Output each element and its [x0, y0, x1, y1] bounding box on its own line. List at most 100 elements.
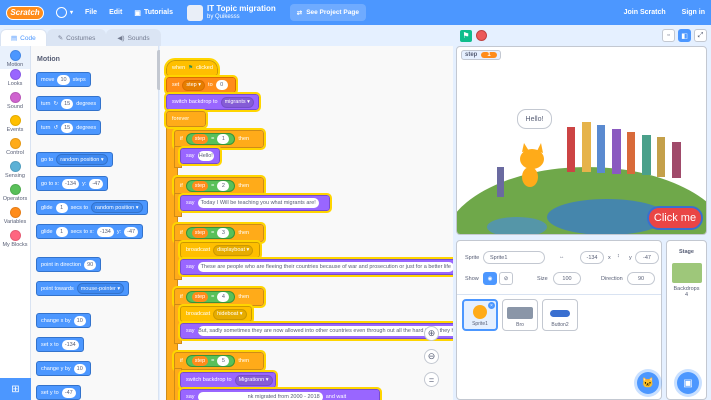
block-input[interactable]: Today I Will be teaching you what migran… [197, 198, 319, 208]
size-field[interactable]: 100 [553, 272, 581, 285]
script-workspace[interactable]: when ⚑ clicked set step ▾ to 0 switch backdro… [160, 46, 453, 400]
block-input[interactable]: 0 [215, 80, 228, 90]
palette-block-change-y[interactable]: change y by 10 [36, 361, 91, 376]
block-input[interactable]: 10 [73, 315, 86, 326]
category-events[interactable]: Events [0, 115, 30, 138]
message-dropdown[interactable]: displayboat ▾ [213, 244, 254, 256]
if-block[interactable]: if step = 1 then [172, 128, 266, 150]
palette-block-point-towards[interactable]: point towards mouse-pointer ▾ [36, 281, 130, 296]
block-input[interactable]: nk migrated from 2000 - 2018 [197, 392, 323, 400]
palette-block-set-y[interactable]: set y to -47 [36, 385, 81, 400]
set-variable-block[interactable]: set step ▾ to 0 [164, 75, 238, 95]
block-input[interactable]: 1 [217, 134, 230, 144]
category-operators[interactable]: Operators [0, 184, 30, 207]
green-flag-button[interactable]: ⚑ [460, 29, 472, 42]
variable-reporter[interactable]: step [191, 356, 209, 366]
palette-block-move[interactable]: move 10 steps [36, 72, 91, 87]
equals-operator-block[interactable]: step = 5 [185, 355, 236, 367]
say-block[interactable]: say Today I Will be teaching you what mig… [178, 193, 332, 213]
category-motion[interactable]: Motion [0, 46, 30, 69]
fullscreen-button[interactable]: ⤢ [694, 29, 707, 42]
block-input[interactable]: But, sadly sometimes they are now allowe… [197, 326, 453, 336]
zoom-out-button[interactable]: ⊖ [424, 349, 439, 364]
click-me-button-sprite[interactable]: Click me [647, 206, 703, 230]
tab-code[interactable]: ▤ Code [0, 29, 47, 46]
add-extension-button[interactable]: ⊞ [0, 378, 31, 400]
variable-reporter[interactable]: step [191, 134, 209, 144]
say-block[interactable]: say But, sadly sometimes they are now all… [178, 321, 453, 341]
see-project-page-button[interactable]: ⇄ See Project Page [289, 4, 366, 21]
block-input[interactable]: -134 [96, 226, 114, 237]
sprite-tile-sprite1[interactable]: × Sprite1 [462, 299, 498, 331]
tab-sounds[interactable]: ◀) Sounds [106, 29, 161, 46]
block-input[interactable]: 2 [217, 181, 230, 191]
category-looks[interactable]: Looks [0, 69, 30, 92]
variable-reporter[interactable]: step [191, 181, 209, 191]
block-input[interactable]: 5 [217, 356, 230, 366]
sprite-tile-button2[interactable]: Button2 [542, 299, 578, 331]
palette-block-turn-left[interactable]: turn ↺ 15 degrees [36, 120, 102, 135]
if-block[interactable]: if step = 4 then [172, 286, 266, 308]
equals-operator-block[interactable]: step = 1 [185, 133, 236, 145]
if-block[interactable]: if step = 3 then [172, 222, 266, 244]
say-for-secs-block[interactable]: say nk migrated from 2000 - 2018 and wait [178, 387, 382, 400]
zoom-in-button[interactable]: ⊕ [424, 326, 439, 341]
direction-field[interactable]: 90 [627, 272, 655, 285]
file-menu[interactable]: File [85, 9, 97, 16]
block-input[interactable]: Hello! [197, 151, 214, 161]
broadcast-block[interactable]: broadcast hideboat ▾ [178, 304, 254, 324]
palette-block-point-direction[interactable]: point in direction 90 [36, 257, 102, 272]
scratch-logo[interactable]: Scratch [6, 5, 44, 20]
block-input[interactable]: 1 [55, 202, 68, 213]
block-input[interactable]: 15 [61, 98, 74, 109]
block-input[interactable]: These are people who are fleeing their c… [197, 262, 453, 272]
palette-block-change-x[interactable]: change x by 10 [36, 313, 91, 328]
category-variables[interactable]: Variables [0, 207, 30, 230]
block-dropdown[interactable]: mouse-pointer ▾ [76, 283, 125, 294]
palette-block-set-x[interactable]: set x to -134 [36, 337, 84, 352]
switch-backdrop-block[interactable]: switch backdrop to migrants ▾ [164, 92, 261, 112]
variable-dropdown[interactable]: step ▾ [182, 79, 206, 91]
block-input[interactable]: 15 [61, 122, 74, 133]
block-dropdown[interactable]: random position ▾ [91, 202, 143, 213]
sprite-tile-bro[interactable]: Bro [502, 299, 538, 331]
equals-operator-block[interactable]: step = 2 [185, 180, 236, 192]
block-input[interactable]: -134 [61, 339, 79, 350]
say-block[interactable]: say Hello! [178, 146, 222, 166]
small-stage-button[interactable]: ▫ [662, 29, 675, 42]
sprite-name-field[interactable]: Sprite1 [483, 251, 545, 264]
block-input[interactable]: 10 [57, 74, 70, 85]
palette-block-goto[interactable]: go to random position ▾ [36, 152, 113, 167]
block-input[interactable]: -47 [61, 387, 76, 398]
project-author[interactable]: by Quikesss [207, 13, 276, 21]
backdrop-dropdown[interactable]: Migrationn ▾ [234, 374, 273, 386]
zoom-reset-button[interactable]: = [424, 372, 439, 387]
tab-costumes[interactable]: ✎ Costumes [46, 29, 107, 46]
variable-reporter[interactable]: step [191, 292, 209, 302]
equals-operator-block[interactable]: step = 3 [185, 227, 236, 239]
category-sensing[interactable]: Sensing [0, 161, 30, 184]
block-input[interactable]: 10 [73, 363, 86, 374]
hide-button[interactable]: ⊘ [499, 272, 513, 285]
choose-backdrop-button[interactable]: ▣ [677, 372, 699, 394]
backdrop-dropdown[interactable]: migrants ▾ [220, 96, 254, 108]
if-block[interactable]: if step = 2 then [172, 175, 266, 197]
equals-operator-block[interactable]: step = 4 [185, 291, 236, 303]
category-control[interactable]: Control [0, 138, 30, 161]
block-input[interactable]: 90 [84, 259, 97, 270]
show-visible-button[interactable]: ◉ [483, 272, 497, 285]
forever-block[interactable]: forever [164, 109, 208, 129]
edit-menu[interactable]: Edit [109, 9, 122, 16]
palette-block-glide-xy[interactable]: glide 1 secs to x: -134 y: -47 [36, 224, 144, 239]
block-input[interactable]: 1 [55, 226, 68, 237]
category-sound[interactable]: Sound [0, 92, 30, 115]
say-block[interactable]: say These are people who are fleeing thei… [178, 257, 453, 277]
stop-button[interactable] [476, 30, 487, 41]
palette-block-glide-to[interactable]: glide 1 secs to random position ▾ [36, 200, 148, 215]
stage-canvas[interactable]: step 1 Hello! Click me [456, 46, 707, 235]
block-input[interactable]: 3 [217, 228, 230, 238]
palette-block-gotoxy[interactable]: go to x: -134 y: -47 [36, 176, 109, 191]
block-input[interactable]: -47 [124, 226, 139, 237]
block-input[interactable]: -134 [62, 178, 80, 189]
y-field[interactable]: -47 [635, 251, 659, 264]
